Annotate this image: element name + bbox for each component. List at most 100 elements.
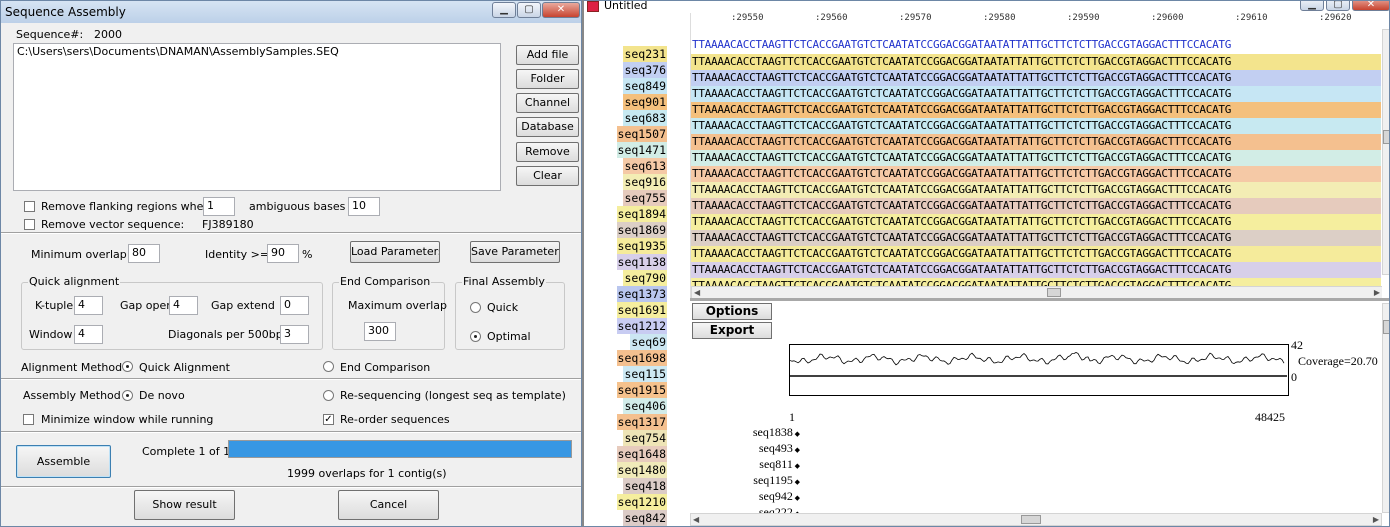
assembly-denovo-radio[interactable]: [122, 390, 133, 401]
cancel-button[interactable]: Cancel: [338, 490, 439, 520]
result-close-button[interactable]: ✕: [1352, 1, 1389, 11]
contig-sequence-item[interactable]: seq942 ◆: [759, 489, 800, 504]
minimize-label: Minimize window while running: [41, 413, 214, 426]
ktuple-field[interactable]: 4: [74, 296, 103, 315]
sequence-name[interactable]: seq683: [584, 110, 670, 126]
database-button[interactable]: Database: [516, 117, 579, 137]
sequence-name[interactable]: seq1210: [584, 494, 670, 510]
flanking-bases-field[interactable]: 1: [203, 197, 235, 216]
sequence-name[interactable]: seq754: [584, 430, 670, 446]
maximize-button[interactable]: ▢: [517, 2, 541, 18]
folder-button[interactable]: Folder: [516, 69, 579, 89]
sequence-name[interactable]: seq1138: [584, 254, 670, 270]
sequence-name[interactable]: seq1507: [584, 126, 670, 142]
vector-name[interactable]: FJ389180: [202, 218, 254, 231]
sequence-name[interactable]: seq755: [584, 190, 670, 206]
sequence-name[interactable]: seq1212: [584, 318, 670, 334]
sequence-name[interactable]: seq418: [584, 478, 670, 494]
max-overlap-field[interactable]: 300: [364, 322, 396, 341]
channel-button[interactable]: Channel: [516, 93, 579, 113]
sequence-name[interactable]: seq901: [584, 94, 670, 110]
remove-button[interactable]: Remove: [516, 142, 579, 162]
save-parameters-button[interactable]: Save Parameters: [470, 241, 560, 263]
sequence-name[interactable]: seq916: [584, 174, 670, 190]
contig-sequence-item[interactable]: seq493 ◆: [759, 441, 800, 456]
sequence-name[interactable]: seq115: [584, 366, 670, 382]
final-quick-label: Quick: [487, 301, 519, 314]
scroll-thumb[interactable]: [1383, 320, 1389, 334]
sequence-name[interactable]: seq1471: [584, 142, 670, 158]
contig-sequence-item[interactable]: seq1195 ◆: [753, 473, 800, 488]
scroll-left-icon[interactable]: ◀: [693, 515, 699, 524]
scroll-right-icon[interactable]: ▶: [1374, 288, 1380, 297]
scroll-right-icon[interactable]: ▶: [1373, 515, 1379, 524]
show-result-button[interactable]: Show result: [134, 490, 235, 520]
result-maximize-button[interactable]: ▢: [1326, 1, 1350, 11]
sequence-name[interactable]: seq1691: [584, 302, 670, 318]
sequence-name[interactable]: seq231: [584, 46, 670, 62]
contig-sequence-item[interactable]: seq1838 ◆: [753, 425, 800, 440]
assemble-button[interactable]: Assemble: [16, 445, 111, 478]
gap-extend-field[interactable]: 0: [280, 296, 309, 315]
sequence-name[interactable]: seq1869: [584, 222, 670, 238]
scroll-thumb[interactable]: [1021, 515, 1041, 524]
remove-vector-checkbox[interactable]: [24, 219, 35, 230]
export-button[interactable]: Export: [692, 322, 772, 339]
close-button[interactable]: ✕: [542, 2, 580, 18]
window-field[interactable]: 4: [74, 325, 103, 344]
identity-label: Identity >=: [205, 248, 270, 261]
sequence-name-label: seq1915: [616, 382, 667, 398]
sequence-name[interactable]: seq1480: [584, 462, 670, 478]
alignment-row: TTAAAACACCTAAGTTCTCACCGAATGTCTCAATATCCGG…: [691, 246, 1381, 262]
ruler-tick: :29550: [731, 13, 764, 23]
scroll-thumb[interactable]: [1383, 130, 1389, 144]
final-optimal-radio[interactable]: [470, 331, 481, 342]
result-minimize-button[interactable]: ▁: [1300, 1, 1324, 11]
remove-flanking-checkbox[interactable]: [24, 201, 35, 212]
sequence-name[interactable]: seq1935: [584, 238, 670, 254]
sequence-name[interactable]: seq790: [584, 270, 670, 286]
final-quick-radio[interactable]: [470, 302, 481, 313]
scroll-thumb[interactable]: [1047, 288, 1061, 297]
sequence-name[interactable]: seq376: [584, 62, 670, 78]
progress-fill: [229, 441, 571, 457]
coverage-graph: [790, 352, 1287, 377]
sequence-name[interactable]: seq69: [584, 334, 670, 350]
sequence-name[interactable]: seq406: [584, 398, 670, 414]
reorder-checkbox[interactable]: ✓: [323, 414, 334, 425]
sequence-name[interactable]: seq1698: [584, 350, 670, 366]
ambiguous-window-field[interactable]: 10: [348, 197, 380, 216]
diagonals-field[interactable]: 3: [280, 325, 309, 344]
clear-button[interactable]: Clear: [516, 166, 579, 186]
contig-sequence-item[interactable]: seq811 ◆: [759, 457, 800, 472]
load-parameters-button[interactable]: Load Parameters: [350, 241, 440, 263]
sequence-name[interactable]: seq1894: [584, 206, 670, 222]
sequence-name-label: seq755: [623, 190, 667, 206]
sequence-name[interactable]: seq849: [584, 78, 670, 94]
pane-divider[interactable]: [690, 298, 1389, 301]
sequence-name[interactable]: seq1648: [584, 446, 670, 462]
alignment-end-radio[interactable]: [323, 361, 334, 372]
options-button[interactable]: Options: [692, 303, 772, 320]
assembly-reseq-radio[interactable]: [323, 390, 334, 401]
lower-vertical-scrollbar[interactable]: [1382, 303, 1389, 513]
sequence-file-list[interactable]: C:\Users\sers\Documents\DNAMAN\AssemblyS…: [13, 43, 501, 191]
sequence-name[interactable]: seq1373: [584, 286, 670, 302]
minimize-checkbox[interactable]: [23, 414, 34, 425]
list-item[interactable]: C:\Users\sers\Documents\DNAMAN\AssemblyS…: [17, 45, 497, 58]
add-file-button[interactable]: Add file: [516, 45, 579, 65]
sequence-name[interactable]: seq613: [584, 158, 670, 174]
scroll-left-icon[interactable]: ◀: [694, 288, 700, 297]
minimize-button[interactable]: ▁: [492, 2, 516, 18]
sequence-name[interactable]: seq842: [584, 510, 670, 526]
alignment-quick-radio[interactable]: [122, 361, 133, 372]
sequence-name[interactable]: seq1317: [584, 414, 670, 430]
gap-open-field[interactable]: 4: [169, 296, 198, 315]
alignment-vertical-scrollbar[interactable]: [1382, 29, 1389, 275]
identity-field[interactable]: 90: [267, 244, 299, 263]
sequence-name[interactable]: seq1915: [584, 382, 670, 398]
ruler-tick: :29560: [815, 13, 848, 23]
lower-horizontal-scrollbar[interactable]: ◀ ▶: [690, 513, 1382, 526]
overlaps-text: 1999 overlaps for 1 contig(s): [287, 467, 447, 480]
min-overlap-field[interactable]: 80: [128, 244, 160, 263]
